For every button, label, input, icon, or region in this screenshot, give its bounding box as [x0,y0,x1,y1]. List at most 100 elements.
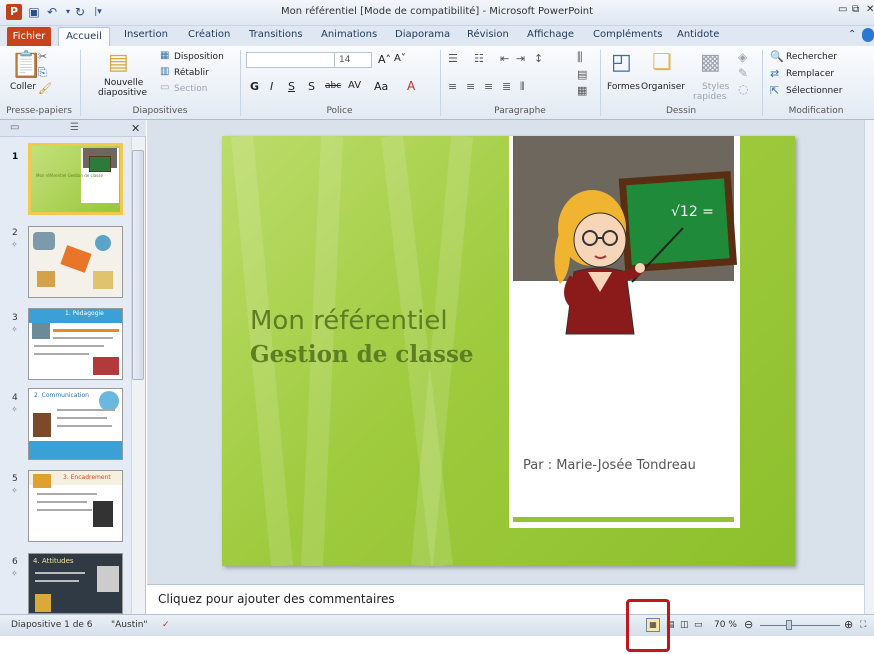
grow-font-icon[interactable]: A˄ [378,53,391,66]
tab-fichier[interactable]: Fichier [7,27,51,46]
bold-icon[interactable]: G [250,80,259,93]
slide-title-line-2[interactable]: Gestion de classe [250,341,474,368]
new-slide-label-2[interactable]: diapositive [98,88,147,98]
shapes-icon[interactable]: ◰ [611,50,632,75]
char-spacing-icon[interactable]: AV [348,80,361,91]
help-icon[interactable] [862,28,874,42]
shrink-font-icon[interactable]: A˅ [394,53,406,64]
paste-button[interactable]: Coller [10,82,36,92]
close-icon[interactable]: ✕ [866,4,874,15]
teacher-clipart[interactable]: √12 = [540,164,740,349]
arrange-icon[interactable]: ❏ [652,50,672,75]
new-slide-icon[interactable]: ▤ [108,50,129,75]
align-right-icon[interactable]: ≡ [484,80,493,93]
shapes-button[interactable]: Formes [607,82,640,92]
italic-icon[interactable]: I [270,80,273,93]
reset-button[interactable]: Rétablir [174,68,209,78]
cut-icon[interactable]: ✂ [38,50,47,63]
notes-pane[interactable]: Cliquez pour ajouter des commentaires [147,584,864,614]
outline-tab-icon[interactable]: ☰ [70,122,79,133]
section-button[interactable]: Section [174,84,207,94]
find-icon[interactable]: 🔍 [770,50,784,63]
tab-creation[interactable]: Création [188,29,230,40]
increase-indent-icon[interactable]: ⇥ [516,52,525,65]
tab-revision[interactable]: Révision [467,29,509,40]
bullets-icon[interactable]: ☰ [448,52,458,65]
current-slide[interactable]: √12 = Mon référentiel Gestion de classe … [222,136,795,566]
reset-icon[interactable]: ▥ [160,66,169,77]
tab-insertion[interactable]: Insertion [124,29,168,40]
align-left-icon[interactable]: ≡ [448,80,457,93]
zoom-out-icon[interactable]: ⊖ [744,618,753,631]
chalkboard-text: √12 = [671,204,714,220]
shape-effects-icon[interactable]: ◌ [738,82,748,96]
slide-thumbnail-3[interactable]: 1. Pédagogie [28,308,123,380]
slides-panel-scroll-thumb[interactable] [132,150,144,380]
fit-slide-icon[interactable]: ⛶ [860,620,866,630]
tab-antidote[interactable]: Antidote [677,29,719,40]
shape-fill-icon[interactable]: ◈ [738,50,747,64]
layout-icon[interactable]: ▦ [160,50,169,61]
slide-scrollbar[interactable] [864,120,874,614]
tab-complements[interactable]: Compléments [593,29,662,40]
slide-thumbnail-6[interactable]: 4. Attitudes [28,553,123,614]
slide-thumbnail-4[interactable]: 2. Communication [28,388,123,460]
select-icon[interactable]: ⇱ [770,84,779,97]
copy-icon[interactable]: ⎘ [38,66,47,80]
align-center-icon[interactable]: ≡ [466,80,475,93]
font-name-box[interactable] [246,52,336,68]
format-painter-icon[interactable]: 🖌 [38,82,52,95]
zoom-slider[interactable] [760,625,840,626]
find-button[interactable]: Rechercher [786,52,837,62]
justify-icon[interactable]: ≣ [502,80,511,93]
close-panel-icon[interactable]: ✕ [131,122,140,135]
text-direction-icon[interactable]: ⫼ [577,50,583,65]
slide-thumbnail-1[interactable]: Mon référentiel Gestion de classe [28,143,123,215]
tab-animations[interactable]: Animations [321,29,377,40]
theme-name[interactable]: "Austin" [111,620,148,630]
zoom-in-icon[interactable]: ⊕ [844,618,853,631]
zoom-level[interactable]: 70 % [714,620,737,630]
quick-styles-label-1[interactable]: Styles [702,82,729,92]
align-text-icon[interactable]: ▤ [577,68,587,81]
strikethrough-icon[interactable]: abc [325,81,341,91]
replace-icon[interactable]: ⇄ [770,67,779,80]
tab-transitions[interactable]: Transitions [249,29,303,40]
slides-tab-icon[interactable]: ▭ [10,122,19,133]
shadow-icon[interactable]: S [308,80,315,93]
section-icon[interactable]: ▭ [160,82,169,93]
quick-styles-icon[interactable]: ▩ [700,50,721,75]
select-button[interactable]: Sélectionner [786,86,842,96]
minimize-ribbon-icon[interactable]: ⌃ [848,29,856,40]
slide-thumbnail-2[interactable] [28,226,123,298]
new-slide-label-1[interactable]: Nouvelle [104,78,143,88]
decrease-indent-icon[interactable]: ⇤ [500,52,509,65]
numbering-icon[interactable]: ☷ [474,52,484,65]
proofing-icon[interactable]: ✓ [162,620,170,630]
reading-view-icon[interactable]: ◫ [680,620,689,630]
change-case-icon[interactable]: Aa [374,80,388,93]
font-size-box[interactable]: 14 [334,52,372,68]
tab-affichage[interactable]: Affichage [527,29,574,40]
layout-button[interactable]: Disposition [174,52,224,62]
slide-author[interactable]: Par : Marie-Josée Tondreau [523,458,696,473]
underline-icon[interactable]: S [288,80,295,93]
smartart-icon[interactable]: ▦ [577,84,587,97]
slide-number: 6 [12,557,18,567]
shape-outline-icon[interactable]: ✎ [738,66,748,80]
line-spacing-icon[interactable]: ↕ [534,52,543,65]
font-color-icon[interactable]: A [407,79,415,93]
minimize-icon[interactable]: ▭ [838,4,847,15]
restore-icon[interactable]: ⧉ [852,4,859,15]
replace-button[interactable]: Remplacer [786,69,834,79]
slide-thumbnail-5[interactable]: 3. Encadrement [28,470,123,542]
tab-diaporama[interactable]: Diaporama [395,29,450,40]
slide-title-line-1[interactable]: Mon référentiel [250,306,448,336]
tab-accueil[interactable]: Accueil [58,27,110,47]
arrange-button[interactable]: Organiser [641,82,685,92]
notes-placeholder[interactable]: Cliquez pour ajouter des commentaires [158,592,395,606]
quick-styles-label-2[interactable]: rapides [693,92,726,102]
columns-icon[interactable]: ⫴ [520,80,525,94]
zoom-slider-thumb[interactable] [786,620,792,630]
slideshow-icon[interactable]: ▭ [694,620,703,630]
